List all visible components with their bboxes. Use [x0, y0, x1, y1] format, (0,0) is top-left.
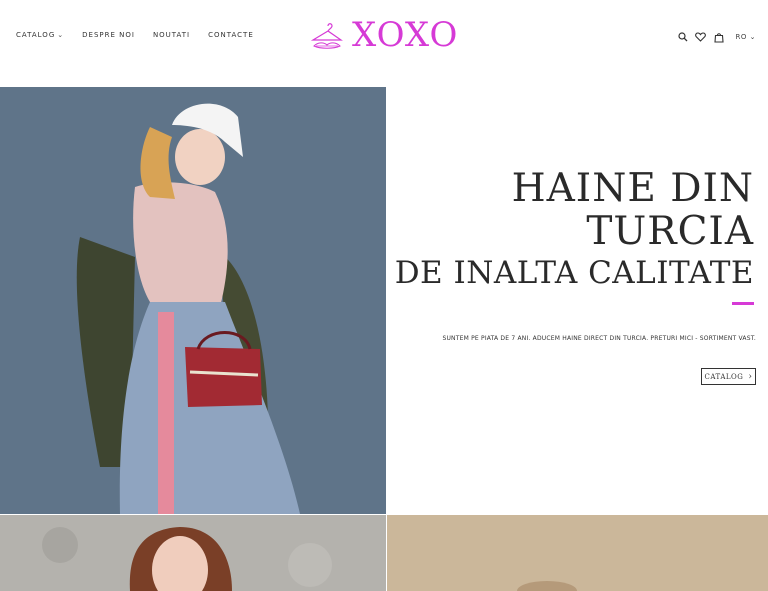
search-icon[interactable]	[676, 30, 690, 44]
chevron-down-icon: ⌄	[749, 33, 756, 41]
heart-icon[interactable]	[694, 30, 708, 44]
hero-title-line1: HAINE DIN	[511, 166, 754, 211]
hero-title-line2: TURCIA	[586, 209, 754, 254]
category-image-right[interactable]	[387, 515, 768, 591]
nav-catalog-label: CATALOG	[16, 31, 56, 39]
chevron-down-icon: ⌄	[57, 31, 65, 39]
language-selector[interactable]: RO ⌄	[736, 33, 756, 41]
site-logo[interactable]: XOXO	[308, 18, 458, 52]
nav-news-label: NOUTATI	[152, 31, 191, 39]
hero-title: HAINE DIN TURCIA	[512, 167, 754, 253]
nav-news[interactable]: NOUTATI	[153, 31, 190, 39]
language-label: RO	[735, 33, 747, 41]
hero-text-panel: HAINE DIN TURCIA DE INALTA CALITATE SUNT…	[386, 87, 768, 514]
fashion-model-photo	[0, 87, 386, 514]
accent-divider	[732, 302, 754, 305]
hero-image	[0, 87, 386, 514]
hanger-logo-icon	[310, 23, 343, 49]
category-image-left[interactable]	[0, 515, 386, 591]
nav-contacts[interactable]: CONTACTE	[208, 31, 254, 39]
header-icons: RO ⌄	[672, 30, 756, 44]
nav-contacts-label: CONTACTE	[208, 31, 254, 39]
nav-about[interactable]: DESPRE NOI	[82, 31, 135, 39]
nav-catalog[interactable]: CATALOG ⌄	[16, 31, 64, 39]
textured-background-photo	[387, 515, 768, 591]
chevron-right-icon: ›	[748, 371, 753, 382]
main-nav: CATALOG ⌄ DESPRE NOI NOUTATI CONTACTE	[16, 31, 272, 39]
site-header: CATALOG ⌄ DESPRE NOI NOUTATI CONTACTE XO…	[0, 0, 768, 86]
logo-text: XOXO	[352, 15, 459, 55]
model-portrait-photo	[0, 515, 386, 591]
catalog-button-label: CATALOG	[704, 372, 744, 381]
bag-icon[interactable]	[712, 30, 726, 44]
catalog-button[interactable]: CATALOG ›	[701, 368, 756, 385]
nav-about-label: DESPRE NOI	[82, 31, 135, 39]
hero-description: SUNTEM PE PIATA DE 7 ANI. ADUCEM HAINE D…	[442, 335, 756, 342]
hero-subtitle: DE INALTA CALITATE	[394, 255, 754, 291]
